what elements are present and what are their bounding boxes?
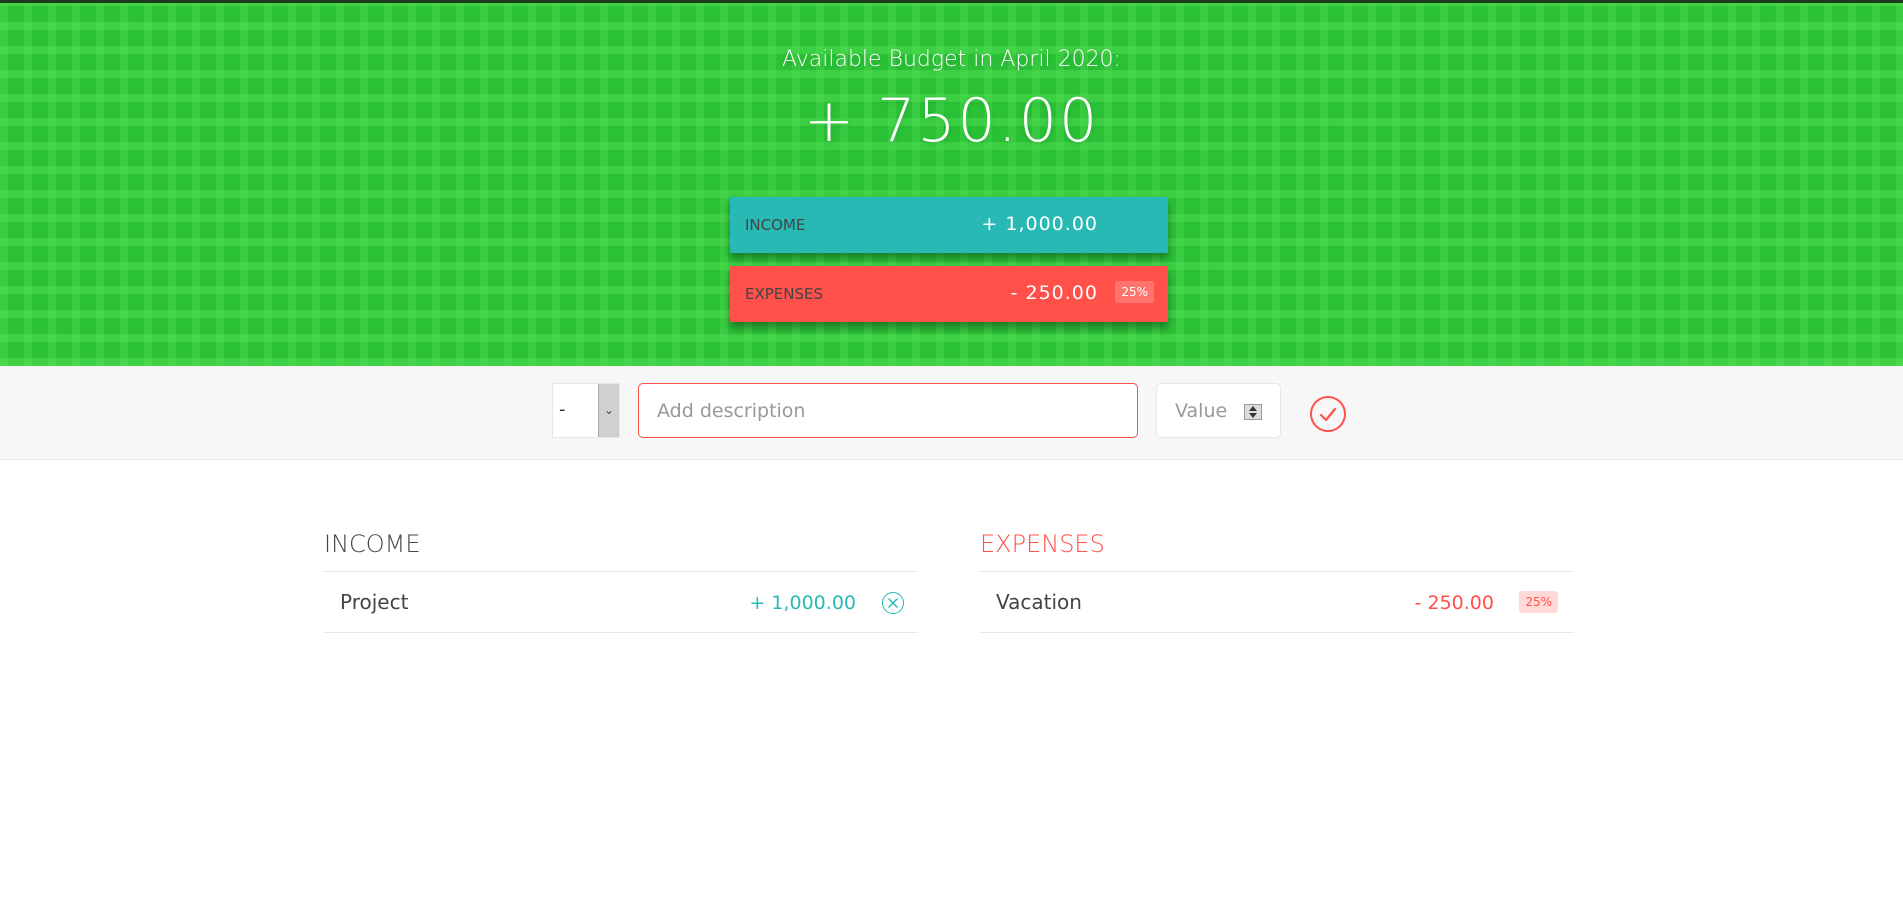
value-input[interactable]: Value bbox=[1156, 383, 1281, 438]
type-select-value: - bbox=[559, 399, 566, 420]
budget-expenses-summary: EXPENSES - 250.00 25% bbox=[730, 266, 1168, 322]
value-stepper-icon[interactable] bbox=[1244, 404, 1262, 420]
expenses-summary-value: - 250.00 bbox=[1010, 282, 1098, 304]
item-value: - 250.00 bbox=[1414, 592, 1494, 614]
expenses-list-title: EXPENSES bbox=[980, 530, 1105, 558]
list-item: Project + 1,000.00 bbox=[324, 571, 918, 633]
add-entry-bar: - ⌄ Value bbox=[0, 366, 1903, 460]
list-item: Vacation - 250.00 25% bbox=[980, 571, 1574, 633]
delete-item-button[interactable] bbox=[882, 592, 904, 614]
budget-title: Available Budget in April 2020: bbox=[782, 47, 1121, 72]
item-description: Project bbox=[340, 590, 409, 614]
type-select[interactable]: - ⌄ bbox=[552, 383, 620, 438]
item-value: + 1,000.00 bbox=[749, 592, 856, 614]
budget-value: + 750.00 bbox=[803, 86, 1100, 156]
budget-income-summary: INCOME + 1,000.00 bbox=[730, 197, 1168, 253]
item-percentage-badge: 25% bbox=[1519, 591, 1558, 613]
add-entry-button[interactable] bbox=[1310, 396, 1346, 432]
income-list: INCOME Project + 1,000.00 bbox=[324, 530, 918, 633]
income-summary-value: + 1,000.00 bbox=[981, 213, 1098, 235]
expenses-summary-percentage: 25% bbox=[1115, 281, 1154, 303]
chevron-down-icon[interactable]: ⌄ bbox=[598, 384, 619, 437]
description-input[interactable] bbox=[638, 383, 1138, 438]
value-input-placeholder: Value bbox=[1175, 400, 1228, 422]
income-list-title: INCOME bbox=[324, 530, 421, 558]
expenses-list: EXPENSES Vacation - 250.00 25% bbox=[980, 530, 1574, 633]
budget-summary: Available Budget in April 2020: + 750.00 bbox=[0, 3, 1903, 156]
income-summary-label: INCOME bbox=[745, 216, 806, 234]
expenses-summary-label: EXPENSES bbox=[745, 285, 824, 303]
close-circle-icon bbox=[888, 598, 898, 608]
checkmark-circle-icon bbox=[1319, 407, 1337, 422]
budget-header: Available Budget in April 2020: + 750.00… bbox=[0, 0, 1903, 366]
item-description: Vacation bbox=[996, 590, 1082, 614]
